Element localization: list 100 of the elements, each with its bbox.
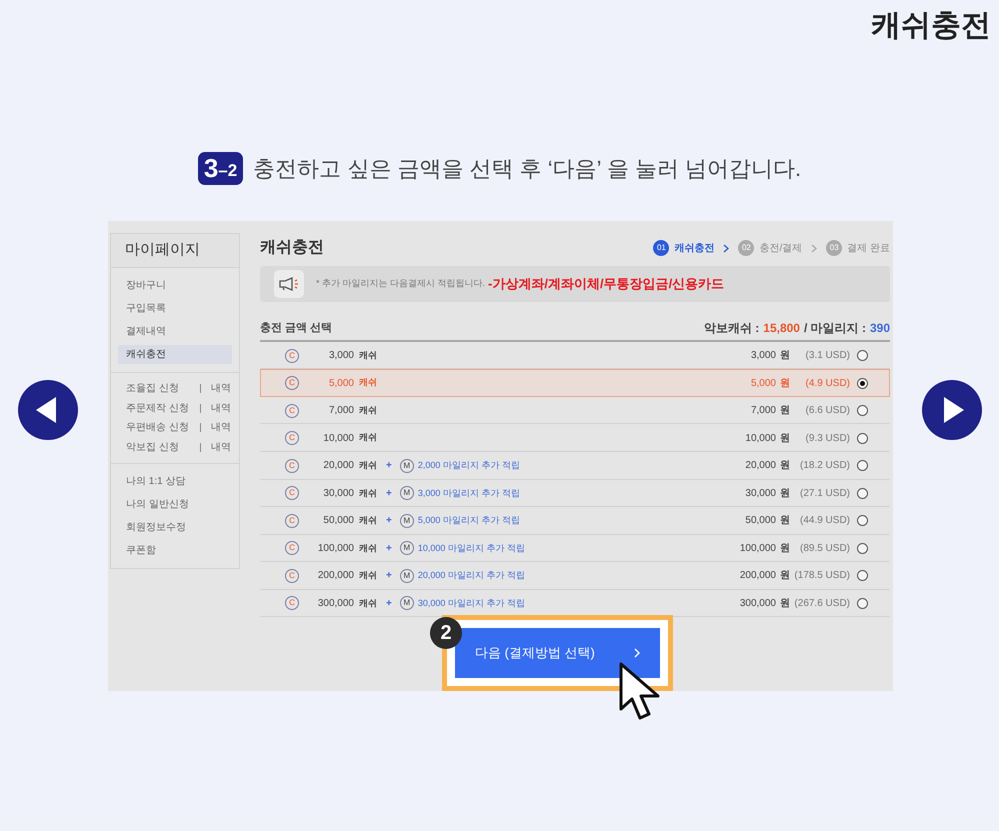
price: 100,000 [740, 542, 776, 556]
radio-button[interactable] [857, 570, 868, 582]
cash-unit: 캐쉬 [359, 486, 377, 500]
step-number: 03 [826, 240, 842, 256]
cash-amount: 3,000 [328, 349, 354, 364]
radio-button[interactable] [857, 515, 868, 526]
cash-unit: 캐쉬 [359, 348, 377, 362]
amount-row[interactable]: C 10,000 캐쉬 10,000 원 (9.3 USD) [260, 424, 890, 452]
usd-price: (6.6 USD) [804, 404, 850, 418]
step-label: 캐쉬충전 [674, 242, 714, 256]
plus-sign: + [386, 459, 392, 474]
price: 10,000 [745, 432, 776, 446]
cash-unit: 캐쉬 [359, 404, 377, 417]
mileage-coin-icon: M [400, 596, 414, 610]
sidebar-item[interactable]: 나의 일반신청 [118, 495, 232, 514]
amount-row[interactable]: C 200,000 캐쉬 + M 20,000 마일리지 추가 적립 200,000 원 (178.5 USD) [260, 562, 890, 590]
cash-unit: 캐쉬 [359, 431, 377, 444]
sidebar-item[interactable]: 우편배송 신청 [126, 420, 196, 436]
mileage-bonus: 10,000 마일리지 추가 적립 [418, 542, 525, 555]
plus-sign: + [386, 569, 392, 584]
radio-button[interactable] [857, 488, 868, 499]
radio-button[interactable] [857, 542, 868, 554]
amount-row[interactable]: C 7,000 캐쉬 7,000 원 (6.6 USD) [260, 396, 890, 424]
radio-button[interactable] [857, 350, 868, 362]
page-title: 캐쉬충전 [871, 8, 991, 44]
radio-button[interactable] [857, 598, 868, 609]
sidebar-item[interactable]: 구입목록 [118, 299, 232, 318]
usd-price: (267.6 USD) [793, 596, 850, 611]
mileage-coin-icon: M [400, 541, 414, 556]
mileage-bonus: 3,000 마일리지 추가 적립 [418, 486, 520, 500]
cash-coin-icon: C [285, 348, 299, 363]
next-button[interactable]: 다음 (결제방법 선택) [455, 628, 660, 678]
cash-balance: 15,800 [763, 320, 800, 337]
sidebar-item[interactable]: 장바구니 [118, 276, 232, 295]
radio-button[interactable] [857, 432, 868, 444]
cash-amount: 50,000 [322, 514, 354, 528]
radio-button[interactable] [857, 378, 868, 389]
plus-sign: + [386, 542, 392, 556]
sidebar-item[interactable]: 쿠폰함 [118, 541, 232, 560]
cash-coin-icon: C [285, 376, 299, 390]
step-number: 01 [653, 240, 670, 256]
cash-amount: 5,000 [328, 376, 354, 391]
mileage-label: / 마일리지 : [804, 320, 866, 337]
amount-row[interactable]: C 5,000 캐쉬 5,000 원 (4.9 USD) [260, 369, 890, 397]
usd-price: (27.1 USD) [798, 486, 850, 501]
sidebar-item[interactable]: 결제내역 [118, 322, 232, 341]
cash-unit: 캐쉬 [359, 542, 377, 555]
price: 300,000 [740, 596, 776, 611]
usd-price: (3.1 USD) [804, 349, 850, 364]
amount-row[interactable]: C 30,000 캐쉬 + M 3,000 마일리지 추가 적립 30,000 원 (27.1 USD) [260, 480, 890, 508]
history-link[interactable]: 내역 [211, 381, 231, 396]
sidebar-item[interactable]: 나의 1:1 상담 [118, 472, 232, 491]
amount-row[interactable]: C 50,000 캐쉬 + M 5,000 마일리지 추가 적립 50,000 원 (44.9 USD) [260, 507, 890, 535]
cash-coin-icon: C [285, 404, 299, 418]
cash-coin-icon: C [285, 596, 299, 610]
plus-sign: + [386, 514, 392, 528]
usd-price: (178.5 USD) [793, 569, 850, 584]
mileage-bonus: 20,000 마일리지 추가 적립 [418, 569, 525, 582]
radio-button[interactable] [857, 460, 868, 472]
sidebar-item[interactable]: 주문제작 신청 [126, 400, 196, 416]
step-number: 02 [738, 240, 754, 256]
cash-unit: 캐쉬 [359, 596, 377, 610]
currency-unit: 원 [780, 459, 790, 474]
history-link[interactable]: 내역 [211, 440, 231, 455]
amount-row[interactable]: C 100,000 캐쉬 + M 10,000 마일리지 추가 적립 100,000 원 (89.5 USD) [260, 534, 890, 562]
instruction-text: 충전하고 싶은 금액을 선택 후 ‘다음’ 을 눌러 넘어갑니다. [253, 154, 802, 182]
amount-section-title: 충전 금액 선택 [260, 321, 332, 336]
cash-amount: 7,000 [328, 404, 354, 418]
currency-unit: 원 [780, 432, 790, 446]
sidebar-item[interactable]: 캐쉬충전 [118, 345, 232, 364]
cash-coin-icon: C [285, 458, 299, 473]
chevron-icon [811, 244, 818, 253]
cash-unit: 캐쉬 [359, 376, 377, 390]
megaphone-icon [279, 276, 299, 291]
price: 20,000 [745, 459, 776, 474]
step-number-badge: 2 [430, 617, 462, 650]
cash-amount: 30,000 [322, 486, 354, 501]
plus-sign: + [386, 596, 392, 611]
mileage-bonus: 2,000 마일리지 추가 적립 [418, 458, 520, 472]
cash-coin-icon: C [285, 568, 299, 583]
history-link[interactable]: 내역 [211, 420, 231, 436]
price: 30,000 [745, 486, 776, 501]
payment-methods: -가상계좌/계좌이체/무통장입금/신용카드 [488, 275, 724, 293]
history-link[interactable]: 내역 [211, 400, 231, 416]
plus-sign: + [386, 486, 392, 501]
cash-coin-icon: C [285, 541, 299, 556]
cash-unit: 캐쉬 [359, 514, 377, 528]
mileage-balance: 390 [870, 320, 890, 337]
sidebar-item[interactable]: 조율집 신청 [126, 381, 196, 396]
cash-amount: 10,000 [322, 432, 354, 446]
sidebar-item[interactable]: 악보집 신청 [126, 440, 196, 455]
cash-coin-icon: C [285, 514, 299, 528]
usd-price: (44.9 USD) [798, 514, 850, 528]
sidebar-item[interactable]: 회원정보수정 [118, 518, 232, 537]
cash-balance-label: 악보캐쉬 : [704, 320, 760, 337]
radio-button[interactable] [857, 405, 868, 416]
amount-row[interactable]: C 20,000 캐쉬 + M 2,000 마일리지 추가 적립 20,000 원 (18.2 USD) [260, 452, 890, 480]
currency-unit: 원 [780, 486, 790, 501]
currency-unit: 원 [780, 596, 790, 611]
chevron-icon [723, 244, 730, 253]
